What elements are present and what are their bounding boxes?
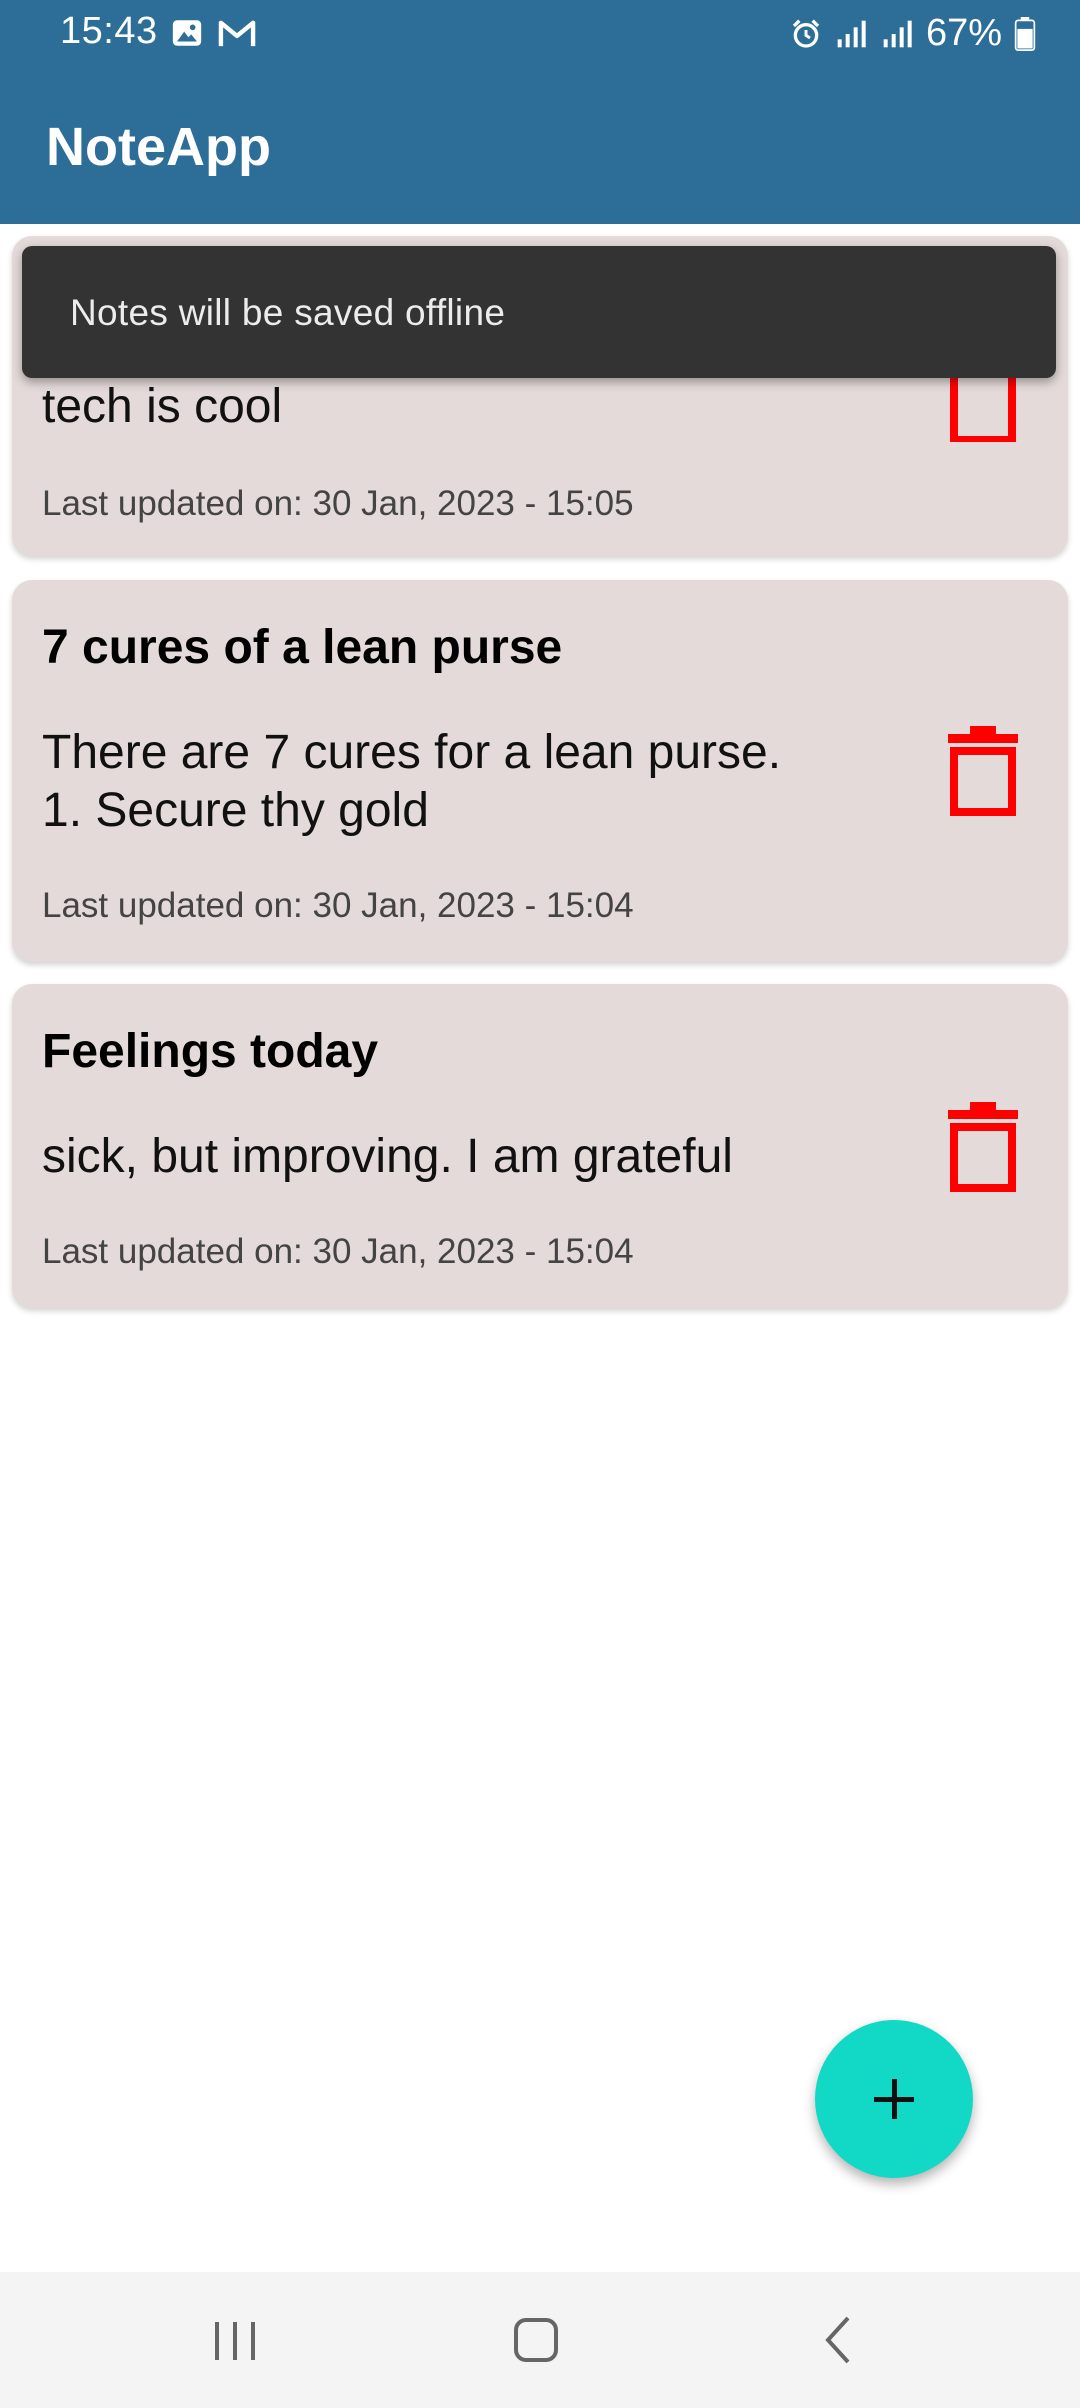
note-body: There are 7 cures for a lean purse. 1. S… [42,724,902,840]
note-card[interactable]: Feelings today sick, but improving. I am… [12,984,1068,1308]
note-title: Feelings today [42,1025,379,1078]
system-nav-bar [0,2272,1080,2408]
add-note-button[interactable] [815,2020,973,2178]
back-icon[interactable] [810,2310,870,2370]
signal-icon [837,20,866,47]
note-body: sick, but improving. I am grateful [42,1130,733,1183]
alarm-icon [792,18,820,48]
delete-icon[interactable] [948,1100,1018,1192]
app-title: NoteApp [46,117,271,177]
gmail-icon [218,20,256,47]
note-body-line: There are 7 cures for a lean purse. [42,726,782,779]
note-body-line: 1. Secure thy gold [42,784,429,837]
app-header: 15:43 67% NoteApp [0,0,1080,224]
note-updated: Last updated on: 30 Jan, 2023 - 15:05 [42,484,634,523]
note-card[interactable]: 7 cures of a lean purse There are 7 cure… [12,580,1068,962]
battery-icon [1014,16,1036,51]
note-title: 7 cures of a lean purse [42,621,563,674]
home-icon[interactable] [506,2310,566,2370]
signal-icon [883,20,912,47]
note-updated: Last updated on: 30 Jan, 2023 - 15:04 [42,1232,634,1271]
gallery-icon [172,20,202,46]
snackbar-message: Notes will be saved offline [70,292,506,333]
recent-apps-icon[interactable] [205,2310,265,2370]
status-time: 15:43 [60,10,158,52]
snackbar: Notes will be saved offline [22,246,1056,378]
delete-icon[interactable] [948,724,1018,816]
battery-percentage: 67% [925,12,1002,54]
note-updated: Last updated on: 30 Jan, 2023 - 15:04 [42,886,634,925]
note-body: tech is cool [42,380,283,433]
status-bar: 15:43 67% [0,0,1080,66]
